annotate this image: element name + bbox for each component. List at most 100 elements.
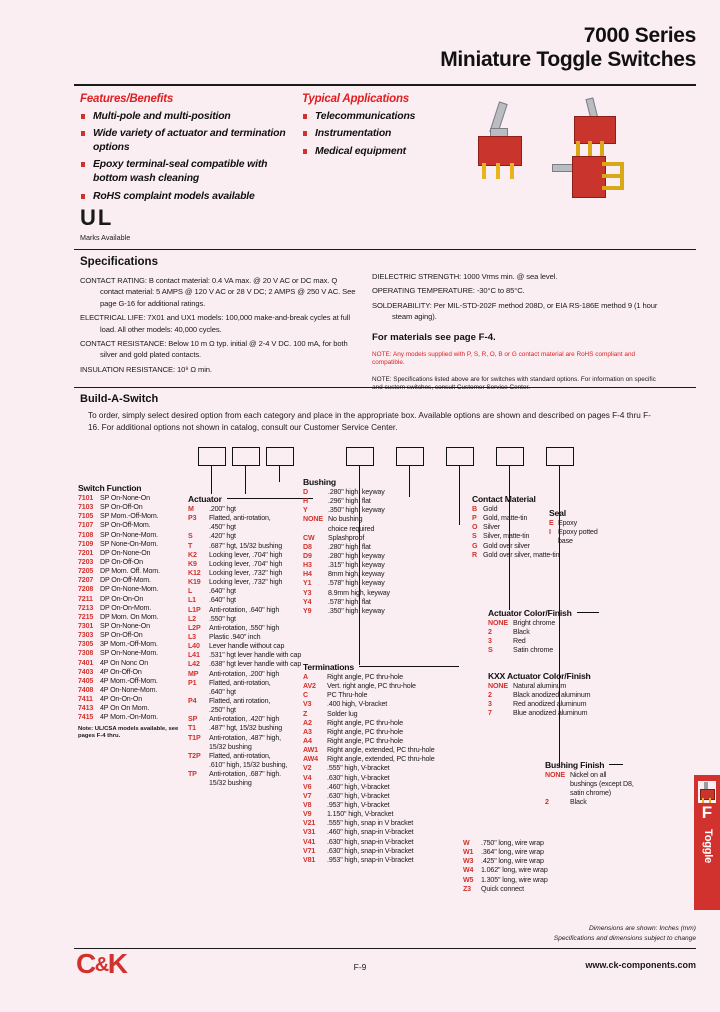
option-row[interactable]: H4 8mm high, keyway: [303, 570, 413, 579]
option-row[interactable]: V31 .460" high, snap-in V-bracket: [303, 828, 473, 837]
option-row[interactable]: V4 .630" high, V-bracket: [303, 774, 473, 783]
option-row[interactable]: H .296" high, flat: [303, 497, 413, 506]
order-box-switch-function[interactable]: [198, 447, 226, 466]
option-row[interactable]: D .280" high, keyway: [303, 488, 413, 497]
option-row[interactable]: Y3 8.9mm high, keyway: [303, 589, 413, 598]
option-row[interactable]: I Epoxy potted: [549, 528, 629, 537]
option-row[interactable]: D8 .280" high, flat: [303, 543, 413, 552]
option-row[interactable]: 7308 SP On-None-Mom.: [78, 649, 196, 658]
website-url[interactable]: www.ck-components.com: [585, 960, 696, 970]
toggle-switch-tab-icon: [698, 781, 716, 803]
option-row[interactable]: 2 Black anodized aluminum: [488, 691, 638, 700]
option-row[interactable]: 7201 DP On-None-On: [78, 549, 196, 558]
option-row[interactable]: 7215 DP Mom. On Mom.: [78, 613, 196, 622]
order-box-contact-material[interactable]: [396, 447, 424, 466]
option-row[interactable]: C PC Thru-hole: [303, 691, 473, 700]
option-row[interactable]: W3 .425" long, wire wrap: [463, 857, 593, 866]
option-row[interactable]: V9 1.150" high, V-bracket: [303, 810, 473, 819]
option-row[interactable]: W4 1.062" long, wire wrap: [463, 866, 593, 875]
option-row[interactable]: 7205 DP Mom. Off. Mom.: [78, 567, 196, 576]
spec-item: ELECTRICAL LIFE: 7X01 and UX1 models: 10…: [80, 313, 350, 334]
option-row[interactable]: V71 .630" high, snap-in V-bracket: [303, 847, 473, 856]
option-row[interactable]: R Gold over silver, matte-tin: [472, 551, 582, 560]
option-row[interactable]: 7108 SP On-None-Mom.: [78, 531, 196, 540]
option-row[interactable]: L2P Anti-rotation, .550" high: [188, 624, 338, 633]
order-box-actuator-color[interactable]: [496, 447, 524, 466]
option-row[interactable]: 7401 4P On Nonc On: [78, 659, 196, 668]
option-row[interactable]: Y4 .578" high, flat: [303, 598, 413, 607]
option-row[interactable]: V81 .953" high, snap-in V-bracket: [303, 856, 473, 865]
option-row[interactable]: CW Splashproof: [303, 534, 413, 543]
option-row[interactable]: 7301 SP On-None-On: [78, 622, 196, 631]
option-row[interactable]: A2 Right angle, PC thru-hole: [303, 719, 473, 728]
option-row[interactable]: Z3 Quick connect: [463, 885, 593, 894]
option-row[interactable]: 7415 4P Mom.-On-Mom.: [78, 713, 196, 722]
option-description: Natural aluminum: [513, 682, 567, 690]
option-row[interactable]: A3 Right angle, PC thru-hole: [303, 728, 473, 737]
option-row[interactable]: 7207 DP On-Off-Mom.: [78, 576, 196, 585]
option-row[interactable]: L40 Lever handle without cap: [188, 642, 338, 651]
option-row[interactable]: 2 Black: [488, 628, 628, 637]
option-row[interactable]: 7105 SP Mom.-Off-Mom.: [78, 512, 196, 521]
option-row[interactable]: 7303 SP On-Off-On: [78, 631, 196, 640]
order-box-bushing-finish[interactable]: [546, 447, 574, 466]
option-row[interactable]: E Epoxy: [549, 519, 629, 528]
option-row[interactable]: V2 .555" high, V-bracket: [303, 764, 473, 773]
option-row[interactable]: L41 .531" hgt lever handle with cap: [188, 651, 338, 660]
option-row[interactable]: 7 Blue anodized aluminum: [488, 709, 638, 718]
option-row[interactable]: 7408 4P On-None-Mom.: [78, 686, 196, 695]
order-box-seal[interactable]: [446, 447, 474, 466]
option-row[interactable]: NONE Natural aluminum: [488, 682, 638, 691]
option-row[interactable]: Z Solder lug: [303, 710, 473, 719]
option-row[interactable]: L3 Plastic .940" inch: [188, 633, 338, 642]
option-code: 7208: [78, 585, 94, 594]
option-row[interactable]: AW1 Right angle, extended, PC thru-hole: [303, 746, 473, 755]
option-row[interactable]: 7305 3P Mom.-Off-Mom.: [78, 640, 196, 649]
option-row[interactable]: H3 .315" high, keyway: [303, 561, 413, 570]
option-row[interactable]: W1 .364" long, wire wrap: [463, 848, 593, 857]
option-row[interactable]: Y .350" high, keyway: [303, 506, 413, 515]
option-description: 4P On Nonc On: [100, 658, 148, 667]
option-row[interactable]: AV2 Vert. right angle, PC thru-hole: [303, 682, 473, 691]
option-row[interactable]: 7405 4P Mom.-Off-Mom.: [78, 677, 196, 686]
order-box-bushing[interactable]: [266, 447, 294, 466]
option-row[interactable]: Y9 .350" high, keyway: [303, 607, 413, 616]
option-row[interactable]: V41 .630" high, snap-in V-bracket: [303, 838, 473, 847]
option-code: Z3: [463, 884, 471, 893]
order-box-terminations[interactable]: [346, 447, 374, 466]
option-row[interactable]: 7203 DP On-Off-On: [78, 558, 196, 567]
option-row[interactable]: V7 .630" high, V-bracket: [303, 792, 473, 801]
option-row[interactable]: 7103 SP On-Off-On: [78, 503, 196, 512]
option-row[interactable]: V6 .460" high, V-bracket: [303, 783, 473, 792]
option-row[interactable]: A Right angle, PC thru-hole: [303, 673, 473, 682]
option-row[interactable]: 7213 DP On-On-Mom.: [78, 604, 196, 613]
option-code: NONE: [488, 682, 508, 690]
option-row[interactable]: 3 Red anodized aluminum: [488, 700, 638, 709]
option-row[interactable]: NONE Bright chrome: [488, 619, 628, 628]
option-row[interactable]: AW4 Right angle, extended, PC thru-hole: [303, 755, 473, 764]
option-row[interactable]: NONE No bushing: [303, 515, 413, 524]
option-row[interactable]: V21 .555" high, snap in V bracket: [303, 819, 473, 828]
option-row[interactable]: NONE Nickel on all: [545, 771, 665, 780]
option-row[interactable]: D9 .280" high, keyway: [303, 552, 413, 561]
option-row[interactable]: A4 Right angle, PC thru-hole: [303, 737, 473, 746]
option-row-continuation: satin chrome): [570, 789, 612, 798]
option-row[interactable]: 7109 SP None-On-Mom.: [78, 540, 196, 549]
option-row[interactable]: W5 1.305" long, wire wrap: [463, 876, 593, 885]
option-row[interactable]: W .750" long, wire wrap: [463, 839, 593, 848]
option-row[interactable]: 7403 4P On-Off-On: [78, 668, 196, 677]
option-row[interactable]: 7208 DP On-None-Mom.: [78, 585, 196, 594]
option-row[interactable]: Y1 .578" high, keyway: [303, 579, 413, 588]
option-row[interactable]: 7211 DP On-On-On: [78, 595, 196, 604]
option-row[interactable]: 7101 SP On-None-On: [78, 494, 196, 503]
option-row[interactable]: 2 Black: [545, 798, 665, 807]
order-box-actuator[interactable]: [232, 447, 260, 466]
option-row[interactable]: V3 .400 high, V-bracket: [303, 700, 473, 709]
option-row[interactable]: 7107 SP On-Off-Mom.: [78, 521, 196, 530]
option-row[interactable]: V8 .953" high, V-bracket: [303, 801, 473, 810]
option-row[interactable]: S Satin chrome: [488, 646, 628, 655]
option-row[interactable]: 7413 4P On On Mom.: [78, 704, 196, 713]
option-row[interactable]: 7411 4P On-On-On: [78, 695, 196, 704]
option-row[interactable]: 3 Red: [488, 637, 628, 646]
option-row[interactable]: L2 .550" hgt: [188, 615, 338, 624]
